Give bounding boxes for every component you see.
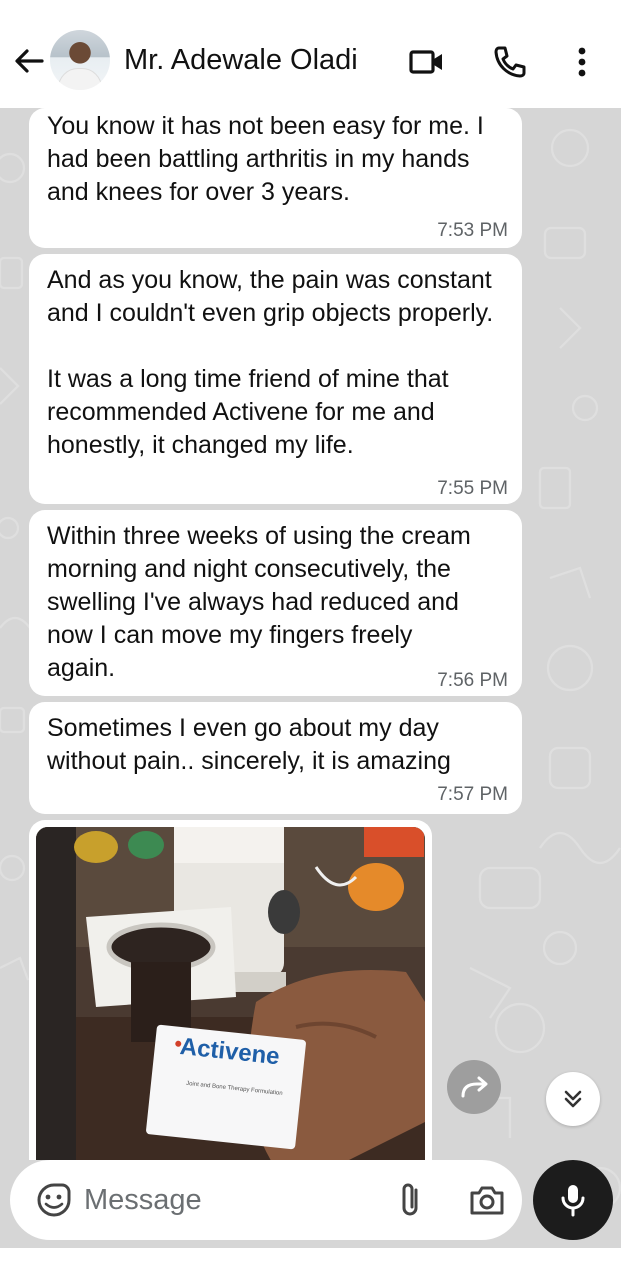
mic-button[interactable] — [533, 1160, 613, 1240]
message-composer — [10, 1160, 522, 1240]
message-bubble[interactable]: And as you know, the pain was constant a… — [29, 254, 522, 504]
message-text: Sometimes I even go about my day without… — [47, 714, 451, 775]
video-call-icon[interactable] — [406, 42, 446, 82]
contact-name[interactable]: Mr. Adewale Oladi — [124, 44, 358, 77]
message-time: 7:57 PM — [437, 784, 508, 805]
forward-button[interactable] — [447, 1060, 501, 1114]
back-arrow-icon[interactable] — [12, 44, 46, 78]
message-bubble[interactable]: Sometimes I even go about my day without… — [29, 702, 522, 814]
message-bubble[interactable]: You know it has not been easy for me. I … — [29, 108, 522, 248]
more-options-icon[interactable] — [562, 42, 602, 82]
message-time: 7:53 PM — [437, 220, 508, 241]
voice-call-icon[interactable] — [490, 42, 530, 82]
chat-area[interactable]: You know it has not been easy for me. I … — [0, 108, 621, 1248]
message-bubble[interactable]: Within three weeks of using the cream mo… — [29, 510, 522, 696]
message-text: Within three weeks of using the cream mo… — [47, 522, 471, 682]
message-text: And as you know, the pain was constant a… — [47, 266, 494, 459]
message-time: 7:55 PM — [437, 478, 508, 499]
message-input[interactable] — [84, 1178, 374, 1222]
mic-icon — [561, 1185, 585, 1217]
attach-icon[interactable] — [392, 1180, 428, 1220]
emoji-icon[interactable] — [36, 1182, 72, 1218]
system-nav-bar — [0, 1248, 621, 1280]
scroll-to-bottom-button[interactable] — [546, 1072, 600, 1126]
image-message[interactable]: Activene Joint and Bone Therapy Formulat… — [29, 820, 432, 1160]
camera-icon[interactable] — [468, 1182, 506, 1218]
product-photo[interactable]: Activene Joint and Bone Therapy Formulat… — [36, 827, 425, 1160]
message-time: 7:56 PM — [437, 670, 508, 691]
forward-icon — [461, 1076, 488, 1098]
scroll-down-icon — [564, 1090, 582, 1108]
message-text: You know it has not been easy for me. I … — [47, 112, 484, 206]
avatar[interactable] — [50, 30, 110, 90]
chat-header: Mr. Adewale Oladi — [0, 0, 621, 108]
